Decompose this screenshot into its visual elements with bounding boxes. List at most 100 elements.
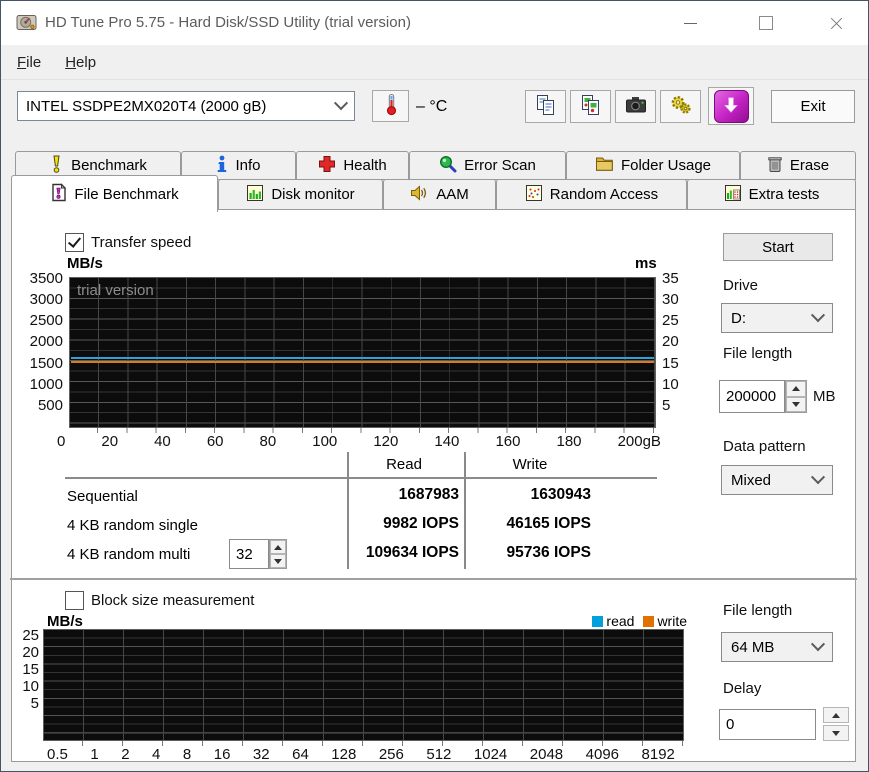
drive-label: Drive [723,277,758,294]
y-tick-label: 10 [22,678,39,695]
minimize-button[interactable] [667,8,713,38]
transfer-speed-plot: trial version [69,277,656,428]
save-results-down-arrow-icon [714,90,749,123]
tab-folder-usage[interactable]: Folder Usage [566,151,740,180]
tab-random-access[interactable]: Random Access [496,179,687,210]
file-length-up-button[interactable] [786,381,806,397]
read-column-header: Read [349,456,459,473]
delay-input[interactable]: 0 [719,709,816,740]
tab-info-label: Info [235,157,260,174]
sequential-read-value: 1687983 [349,486,459,504]
x-tick-label: 60 [207,433,224,450]
write-legend-label: write [657,613,687,629]
start-button[interactable]: Start [723,233,833,261]
screenshot-button[interactable] [615,90,656,123]
delay-up-button[interactable] [823,707,849,723]
x-tick-label: 200gB [618,433,661,450]
tab-file-benchmark[interactable]: File Benchmark [11,175,218,212]
tab-health[interactable]: Health [296,151,409,180]
chevron-down-icon [811,470,825,484]
x-tick-label: 100 [312,433,337,450]
x-tick-label: 160 [495,433,520,450]
trial-version-watermark: trial version [77,282,154,299]
tab-disk-monitor-label: Disk monitor [271,186,354,203]
tab-extra-tests-label: Extra tests [749,186,820,203]
table-divider [464,452,466,569]
x-tick-label: 180 [557,433,582,450]
y-axis-right-unit: ms [635,255,657,272]
tab-erase[interactable]: Erase [740,151,856,180]
copy-image-button[interactable] [570,90,611,123]
delay-value: 0 [726,716,734,733]
file-length-spinner[interactable]: 200000 [719,380,807,411]
app-hard-disk-icon [16,12,37,33]
temperature-unit: °C [429,98,447,115]
tab-aam[interactable]: AAM [383,179,496,210]
menu-bar: File Help [1,45,868,80]
y-tick-label: 20 [22,644,39,661]
transfer-speed-checkbox[interactable] [65,233,84,252]
y-tick-label: 30 [662,291,679,308]
4kb-single-write-value: 46165 IOPS [471,515,591,533]
drive-select[interactable]: INTEL SSDPE2MX020T4 (2000 gB) [17,91,355,121]
block-size-checkbox-row[interactable]: Block size measurement [65,591,254,610]
queue-depth-down-button[interactable] [270,554,286,568]
queue-depth-spinner[interactable]: 32 [229,539,287,567]
tab-aam-label: AAM [436,186,469,203]
x-tick-label: 1 [90,746,98,763]
data-pattern-select[interactable]: Mixed [721,465,833,495]
y-tick-label: 1000 [30,376,63,393]
y-tick-label: 3500 [30,270,63,287]
y-axis-ticks-bottom: 252015105 [13,627,39,707]
close-icon [829,16,844,31]
window-title: HD Tune Pro 5.75 - Hard Disk/SSD Utility… [45,1,411,45]
tab-disk-monitor[interactable]: Disk monitor [218,179,383,210]
x-axis-ticks: 020406080100120140160180200gB [57,433,661,450]
block-size-checkbox[interactable] [65,591,84,610]
sequential-write-value: 1630943 [471,486,591,504]
y-tick-label: 5 [662,397,670,414]
4kb-multi-write-value: 95736 IOPS [471,544,591,562]
y-tick-label: 25 [22,627,39,644]
tab-folder-usage-label: Folder Usage [621,157,711,174]
thermometer-icon [380,92,402,120]
tab-error-scan[interactable]: Error Scan [409,151,566,180]
copy-text-button[interactable] [525,90,566,123]
tab-error-scan-label: Error Scan [464,157,536,174]
down-arrow-icon [832,731,840,736]
transfer-speed-checkbox-row[interactable]: Transfer speed [65,233,191,252]
error-scan-magnifier-icon [439,155,457,177]
queue-depth-up-button[interactable] [270,540,286,554]
menu-file[interactable]: File [5,49,53,76]
tab-extra-tests[interactable]: Extra tests [687,179,856,210]
y-tick-label: 2500 [30,312,63,329]
write-column-header: Write [469,456,591,473]
target-drive-value: D: [731,310,746,327]
target-drive-select[interactable]: D: [721,303,833,333]
menu-help[interactable]: Help [53,49,108,76]
save-results-button[interactable] [708,87,754,125]
tab-random-access-label: Random Access [550,186,658,203]
x-tick-label: 8192 [642,746,675,763]
y-axis-right-ticks: 3530252015105 [662,270,688,414]
options-button[interactable] [660,90,701,123]
close-button[interactable] [813,8,859,38]
file-length-label-bottom: File length [723,602,792,619]
y-tick-label: 3000 [30,291,63,308]
queue-depth-value[interactable]: 32 [229,539,269,569]
delay-down-button[interactable] [823,725,849,741]
random-access-dots-icon [525,184,543,206]
file-length-value[interactable]: 200000 [719,380,785,413]
exit-button[interactable]: Exit [771,90,855,123]
temperature-readout: – °C [416,98,447,116]
file-length-down-button[interactable] [786,397,806,413]
maximize-button[interactable] [743,8,789,38]
table-header-rule [65,477,657,479]
x-tick-label: 512 [426,746,451,763]
block-file-length-select[interactable]: 64 MB [721,632,833,662]
row-label-sequential: Sequential [67,488,138,505]
write-speed-line [71,361,654,363]
y-tick-label: 2000 [30,333,63,350]
y-tick-label: 35 [662,270,679,287]
temperature-button[interactable] [372,90,409,122]
